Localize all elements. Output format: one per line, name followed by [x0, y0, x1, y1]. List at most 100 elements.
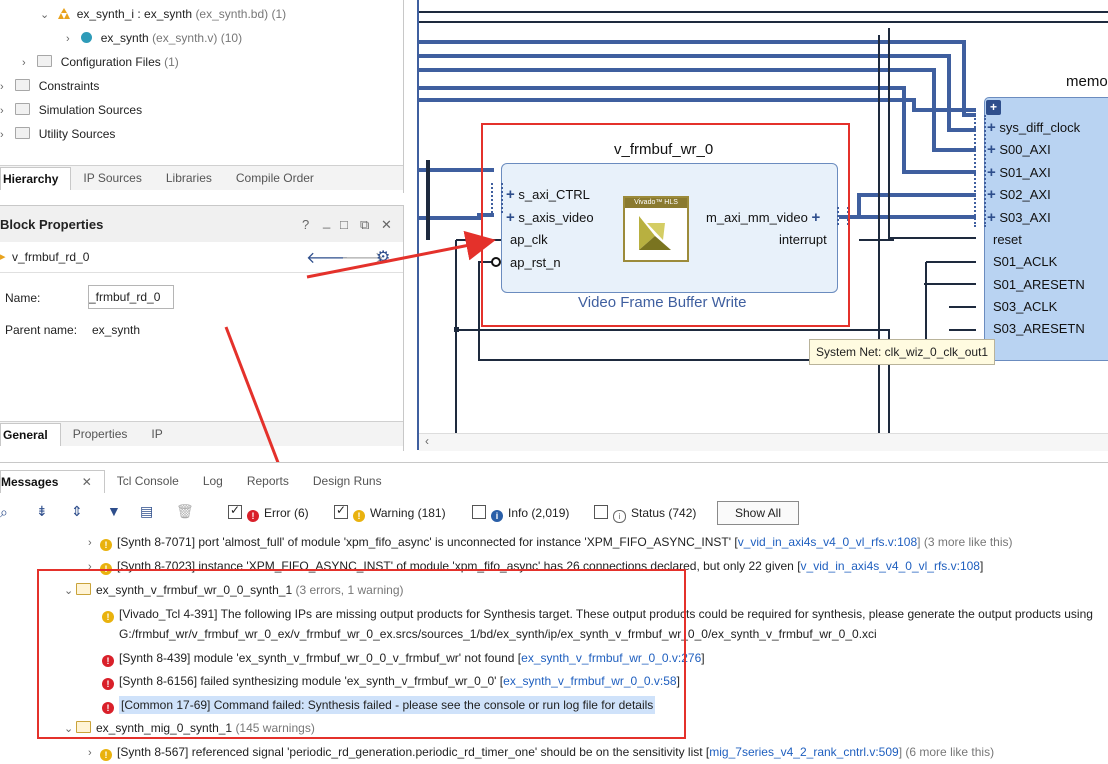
tree-row-ex-synth-i[interactable]: ⌄ ex_synth_i : ex_synth (ex_synth.bd) (1…	[40, 3, 286, 25]
warning-icon: !	[100, 749, 112, 761]
checkbox[interactable]	[594, 505, 608, 519]
chevron-right-icon[interactable]: ›	[66, 28, 78, 50]
mem-port-s03-axi[interactable]: + S03_AXI	[987, 209, 1051, 226]
mem-port-s01-aclk[interactable]: S01_ACLK	[993, 254, 1057, 269]
tree-label: ex_synth	[100, 31, 149, 45]
expand-plus-icon[interactable]: +	[987, 141, 996, 158]
messages-toolbar: ⌕ ⇟ ⇕ ▼ ▤ 🗑 ! Error (6) !Warning (181) iI…	[0, 500, 1108, 526]
tree-row-constraints[interactable]: › Constraints	[0, 75, 99, 97]
mem-block-title: memo	[1066, 73, 1108, 90]
tab-reports[interactable]: Reports	[235, 470, 301, 492]
tab-general[interactable]: General	[0, 422, 61, 446]
port-label: sys_diff_clock	[999, 120, 1081, 135]
gear-icon[interactable]: ⚙	[376, 247, 390, 267]
tab-compile-order[interactable]: Compile Order	[224, 167, 326, 189]
folder-icon	[15, 103, 31, 115]
tree-label: Constraints	[38, 79, 100, 93]
error-icon: !	[247, 510, 259, 522]
name-field[interactable]: v_frmbuf_rd_0	[88, 285, 174, 309]
chevron-right-icon[interactable]: ›	[0, 100, 12, 122]
tree-label: Simulation Sources	[38, 103, 143, 117]
checkbox[interactable]	[472, 505, 486, 519]
block-design-icon	[55, 5, 73, 19]
folder-icon	[15, 127, 31, 139]
search-icon[interactable]: ⌕	[0, 504, 8, 521]
chevron-right-icon[interactable]: ›	[22, 52, 34, 74]
maximize-button[interactable]: □	[340, 217, 348, 232]
show-all-button[interactable]: Show All	[717, 501, 799, 525]
expand-plus-icon[interactable]: +	[987, 119, 996, 136]
filter-error[interactable]: ! Error (6)	[228, 503, 309, 522]
message-icon[interactable]: ▤	[140, 503, 153, 520]
checkbox[interactable]	[228, 503, 242, 519]
panel-title: Block Properties	[0, 217, 104, 232]
tab-design-runs[interactable]: Design Runs	[301, 470, 394, 492]
filter-warning[interactable]: ! Warning (181)	[334, 503, 446, 522]
chevron-right-icon[interactable]: ›	[88, 742, 100, 764]
tree-row-simulation[interactable]: › Simulation Sources	[0, 99, 142, 121]
chevron-down-icon[interactable]: ⌄	[40, 4, 52, 26]
filter-label: Error (6)	[264, 506, 309, 520]
source-link[interactable]: v_vid_in_axi4s_v4_0_vl_rfs.v:108	[738, 535, 917, 549]
source-tabs: Hierarchy IP Sources Libraries Compile O…	[0, 165, 403, 190]
mem-port-s01-aresetn[interactable]: S01_ARESETN	[993, 277, 1085, 292]
filter-info[interactable]: i Info (2,019)	[472, 505, 569, 522]
close-tab-icon[interactable]: ✕	[82, 475, 92, 489]
tab-label: Messages	[1, 474, 59, 489]
tree-row-utility[interactable]: › Utility Sources	[0, 123, 115, 145]
help-button[interactable]: ?	[302, 217, 309, 232]
tree-row-config-files[interactable]: › Configuration Files (1)	[22, 51, 179, 73]
chevron-right-icon[interactable]: ›	[0, 76, 12, 98]
mem-port-sys-diff-clock[interactable]: + sys_diff_clock	[987, 119, 1080, 136]
properties-tabs: General Properties IP	[0, 421, 403, 446]
mem-port-s03-aclk[interactable]: S03_ACLK	[993, 299, 1057, 314]
block-diagram-canvas[interactable]: v_frmbuf_wr_0 Vivado™ HLS + s_axi_CTRL +…	[417, 0, 1108, 451]
tab-hierarchy[interactable]: Hierarchy	[0, 166, 72, 190]
horizontal-scrollbar[interactable]: ‹	[419, 433, 1108, 451]
mem-port-s00-axi[interactable]: + S00_AXI	[987, 141, 1051, 158]
float-button[interactable]: ⧉	[360, 217, 369, 233]
mem-port-s03-aresetn[interactable]: S03_ARESETN	[993, 321, 1085, 336]
minimize-button[interactable]: _	[323, 214, 330, 229]
close-button[interactable]: ✕	[381, 217, 392, 233]
tab-libraries[interactable]: Libraries	[154, 167, 224, 189]
tree-label: Configuration Files	[60, 55, 161, 69]
messages-tabs: Messages ✕ Tcl Console Log Reports Desig…	[0, 469, 394, 493]
filter-icon[interactable]: ▼	[107, 503, 121, 519]
folder-icon	[15, 79, 31, 91]
filter-label: Warning (181)	[370, 506, 446, 520]
message-row[interactable]: ›! [Synth 8-7071] port 'almost_full' of m…	[88, 531, 1013, 553]
source-link[interactable]: mig_7series_v4_2_rank_cntrl.v:509	[709, 745, 898, 759]
expand-plus-icon[interactable]: +	[987, 209, 996, 226]
tab-ip-sources[interactable]: IP Sources	[71, 167, 153, 189]
tree-row-ex-synth[interactable]: › ex_synth (ex_synth.v) (10)	[66, 27, 242, 49]
scroll-left-icon[interactable]: ‹	[425, 434, 429, 448]
expand-plus-icon[interactable]: +	[987, 164, 996, 181]
mem-port-s01-axi[interactable]: + S01_AXI	[987, 164, 1051, 181]
tab-messages[interactable]: Messages ✕	[0, 469, 105, 493]
parent-name-label: Parent name:	[5, 323, 78, 337]
expand-all-icon[interactable]: ⇕	[71, 503, 83, 520]
delete-icon[interactable]: 🗑	[176, 503, 194, 520]
info-icon: i	[491, 510, 503, 522]
annotation-box	[37, 569, 686, 739]
expand-plus-icon[interactable]: +	[987, 186, 996, 203]
filter-status[interactable]: i Status (742)	[594, 505, 696, 523]
chevron-right-icon[interactable]: ›	[88, 532, 100, 554]
tab-log[interactable]: Log	[191, 470, 235, 492]
source-link[interactable]: v_vid_in_axi4s_v4_0_vl_rfs.v:108	[801, 559, 980, 573]
mem-port-s02-axi[interactable]: + S02_AXI	[987, 186, 1051, 203]
filter-label: Info (2,019)	[508, 506, 570, 520]
tab-properties[interactable]: Properties	[61, 423, 140, 445]
tab-tcl-console[interactable]: Tcl Console	[105, 470, 191, 492]
mem-port-reset[interactable]: reset	[993, 232, 1022, 247]
collapse-all-icon[interactable]: ⇟	[36, 503, 48, 520]
block-properties-panel: Block Properties ? _ □ ⧉ ✕ ▸ v_frmbuf_rd…	[0, 205, 404, 451]
message-row[interactable]: ›! [Synth 8-567] referenced signal 'perio…	[88, 741, 994, 763]
port-label: S03_AXI	[999, 210, 1051, 225]
chevron-right-icon[interactable]: ›	[0, 124, 12, 146]
expand-block-button[interactable]: +	[986, 100, 1001, 115]
checkbox[interactable]	[334, 503, 348, 519]
tab-ip[interactable]: IP	[139, 423, 174, 445]
port-label: S01_AXI	[999, 165, 1051, 180]
